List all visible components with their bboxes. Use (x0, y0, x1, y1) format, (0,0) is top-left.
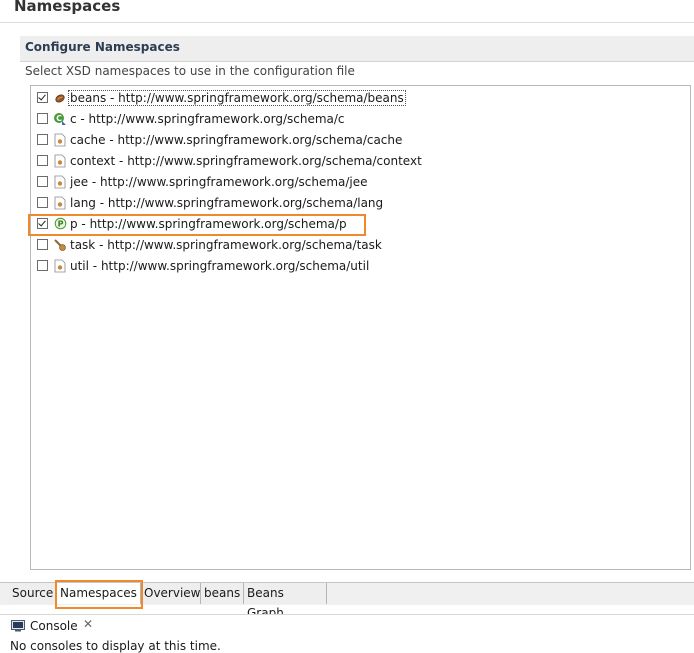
xml-file-icon (53, 259, 67, 273)
p-namespace-icon: P (53, 217, 67, 231)
namespace-label: jee - http://www.springframework.org/sch… (70, 174, 368, 189)
editor-header: Namespaces (0, 0, 694, 23)
xml-file-icon (53, 154, 67, 168)
tab-overview[interactable]: Overview (141, 583, 201, 604)
namespace-item-util[interactable]: util - http://www.springframework.org/sc… (37, 256, 457, 275)
checkbox[interactable] (37, 113, 48, 124)
namespace-label: util - http://www.springframework.org/sc… (70, 258, 370, 273)
tab-namespaces[interactable]: Namespaces (57, 583, 141, 604)
namespace-item-jee[interactable]: jee - http://www.springframework.org/sch… (37, 172, 457, 191)
xml-file-icon (53, 196, 67, 210)
c-namespace-icon: C (53, 112, 67, 126)
checkbox[interactable] (37, 260, 48, 271)
section-description: Select XSD namespaces to use in the conf… (25, 64, 355, 78)
editor-tab-bar: Source Namespaces Overview beans Beans G… (0, 582, 694, 620)
namespace-label: p - http://www.springframework.org/schem… (70, 216, 347, 231)
checkbox[interactable] (37, 197, 48, 208)
svg-text:C: C (56, 114, 62, 123)
namespace-label: context - http://www.springframework.org… (70, 153, 422, 168)
namespace-label: task - http://www.springframework.org/sc… (70, 237, 382, 252)
namespace-item-p[interactable]: P p - http://www.springframework.org/sch… (37, 214, 457, 233)
tab-beans[interactable]: beans (201, 583, 244, 604)
xml-file-icon (53, 133, 67, 147)
task-icon (53, 238, 67, 252)
checkbox[interactable] (37, 155, 48, 166)
namespace-list[interactable]: beans - http://www.springframework.org/s… (30, 85, 691, 570)
console-tab-label: Console (30, 619, 78, 633)
namespace-item-context[interactable]: context - http://www.springframework.org… (37, 151, 457, 170)
namespace-label: cache - http://www.springframework.org/s… (70, 132, 403, 147)
configure-namespaces-section: Configure Namespaces Select XSD namespac… (20, 36, 694, 581)
checkbox[interactable] (37, 134, 48, 145)
namespace-item-task[interactable]: task - http://www.springframework.org/sc… (37, 235, 457, 254)
checkbox[interactable] (37, 92, 48, 103)
editor-title: Namespaces (14, 0, 121, 15)
console-view-tab[interactable]: Console ✕ (0, 614, 694, 637)
checkbox[interactable] (37, 176, 48, 187)
namespace-item-beans[interactable]: beans - http://www.springframework.org/s… (37, 88, 457, 107)
console-message: No consoles to display at this time. (10, 639, 221, 653)
close-icon[interactable]: ✕ (83, 617, 93, 631)
checkbox[interactable] (37, 218, 48, 229)
xml-file-icon (53, 175, 67, 189)
namespace-item-lang[interactable]: lang - http://www.springframework.org/sc… (37, 193, 457, 212)
tab-source[interactable]: Source (9, 583, 56, 604)
tab-beans-graph[interactable]: Beans Graph (244, 583, 327, 620)
namespace-label: c - http://www.springframework.org/schem… (70, 111, 345, 126)
namespace-label: beans - http://www.springframework.org/s… (68, 89, 406, 106)
section-header[interactable]: Configure Namespaces (20, 36, 694, 62)
checkbox[interactable] (37, 239, 48, 250)
namespace-label: lang - http://www.springframework.org/sc… (70, 195, 384, 210)
section-title: Configure Namespaces (25, 40, 180, 54)
console-icon (11, 620, 25, 635)
namespace-item-cache[interactable]: cache - http://www.springframework.org/s… (37, 130, 457, 149)
namespace-item-c[interactable]: C c - http://www.springframework.org/sch… (37, 109, 457, 128)
svg-text:P: P (57, 220, 63, 229)
bean-icon (53, 91, 67, 105)
